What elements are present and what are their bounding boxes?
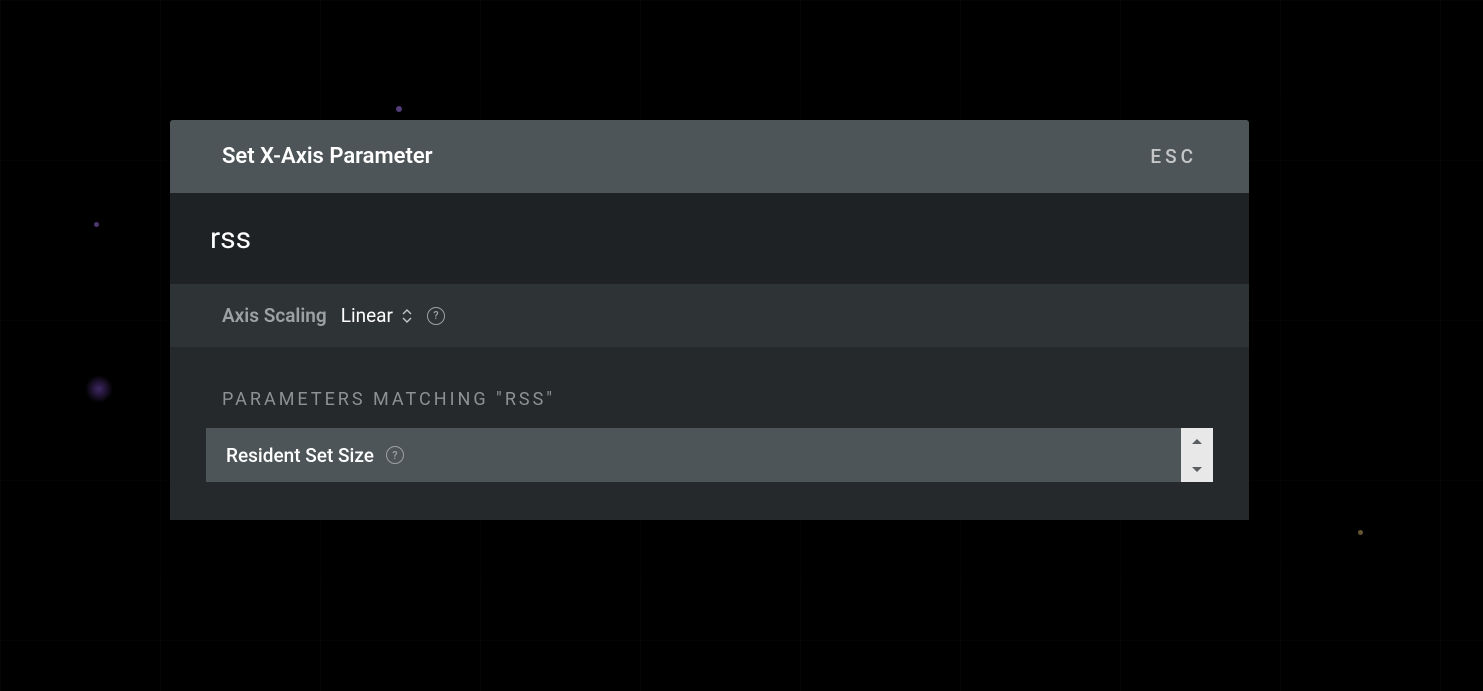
axis-scaling-row: Axis Scaling Linear ? <box>170 284 1249 347</box>
help-icon[interactable]: ? <box>386 446 404 464</box>
results-header: PARAMETERS MATCHING "RSS" <box>206 389 1213 428</box>
result-item-label: Resident Set Size ? <box>226 444 404 467</box>
axis-scaling-value: Linear <box>341 304 393 327</box>
results-section: PARAMETERS MATCHING "RSS" Resident Set S… <box>170 347 1249 520</box>
select-updown-icon <box>401 308 413 324</box>
result-item-resident-set-size[interactable]: Resident Set Size ? <box>206 428 1213 482</box>
modal-header: Set X-Axis Parameter ESC <box>170 120 1249 193</box>
set-x-axis-modal: Set X-Axis Parameter ESC Axis Scaling Li… <box>170 120 1249 520</box>
result-scroll-control <box>1181 428 1213 482</box>
decorative-dot <box>396 106 402 112</box>
parameter-search-input[interactable] <box>210 221 1209 256</box>
decorative-dot <box>1358 530 1363 535</box>
modal-title: Set X-Axis Parameter <box>222 144 433 169</box>
decorative-glow <box>85 375 113 403</box>
axis-scaling-label: Axis Scaling <box>222 304 327 327</box>
help-icon[interactable]: ? <box>427 307 445 325</box>
scroll-up-button[interactable] <box>1181 428 1213 455</box>
search-row <box>170 193 1249 284</box>
axis-scaling-select[interactable]: Linear <box>341 304 413 327</box>
decorative-dot <box>94 222 99 227</box>
scroll-down-button[interactable] <box>1181 455 1213 482</box>
close-esc-button[interactable]: ESC <box>1150 145 1197 168</box>
